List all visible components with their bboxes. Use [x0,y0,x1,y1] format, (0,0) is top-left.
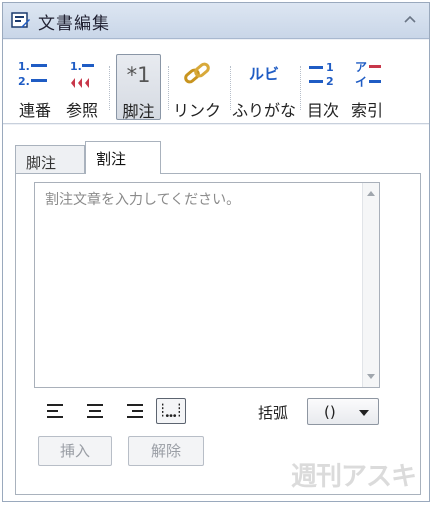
release-button[interactable]: 解除 [128,436,204,466]
warichu-text-input[interactable]: 割注文章を入力してください。 [34,182,380,388]
tool-label: 索引 [350,101,383,120]
svg-text:1.: 1. [70,60,82,73]
tool-label: 参照 [65,101,98,120]
tool-numbering-button[interactable]: 1. 2. 連番 [15,54,55,120]
index-icon: ア イ [355,60,381,89]
watermark-logo: 週刊アスキー [291,462,417,506]
panel-title-bar: 文書編集 [3,3,429,39]
panel-title: 文書編集 [38,14,110,34]
toc-icon: 1 2 [309,61,334,88]
scroll-down-icon[interactable] [367,374,375,379]
svg-text:2.: 2. [18,75,30,88]
align-justify-icon[interactable] [156,398,186,424]
document-edit-icon [11,12,30,28]
tool-footnote-button[interactable]: *1 脚注 [116,54,161,121]
tool-label: 目次 [306,101,339,120]
vertical-scrollbar[interactable] [362,183,379,387]
bracket-label: 括弧 [258,404,289,422]
tool-label: 脚注 [122,102,155,121]
svg-text:1: 1 [326,61,334,74]
input-placeholder: 割注文章を入力してください。 [45,192,241,208]
link-icon [184,62,210,84]
footnote-content-area: 脚注 割注 割注文章を入力してください。 括弧 () 挿入 解除 [3,125,429,501]
svg-text:ア: ア [355,60,367,74]
bracket-select-value: () [324,403,336,421]
chevron-up-icon[interactable] [401,11,419,29]
tool-index-button[interactable]: ア イ 索引 [347,54,387,120]
insert-button[interactable]: 挿入 [38,436,112,466]
tool-label: リンク [172,101,221,120]
svg-text:イ: イ [355,75,367,89]
svg-text:1.: 1. [18,60,30,73]
toolbar: 1. 2. 連番 1. 参照 *1 脚注 リンク ルビ ふりがな 1 2 目次 … [3,40,429,124]
numbered-list-icon: 1. 2. [18,60,47,88]
reference-icon: 1. [70,60,94,88]
align-left-icon[interactable] [40,398,70,424]
tab-warichu[interactable]: 割注 [85,141,161,174]
toolbar-separator [109,66,110,110]
tool-toc-button[interactable]: 1 2 目次 [305,54,341,120]
toolbar-separator [300,66,301,110]
bracket-select[interactable]: () [307,398,379,425]
document-edit-panel: 文書編集 1. 2. 連番 1. 参照 *1 脚注 リンク ルビ ふりがな 1 … [2,2,430,502]
tool-link-button[interactable]: リンク [169,54,225,120]
tool-label: 連番 [18,101,51,120]
align-center-icon[interactable] [80,398,110,424]
tool-reference-button[interactable]: 1. 参照 [62,54,102,120]
ruby-icon: ルビ [248,65,279,83]
chevron-down-icon [359,410,369,416]
tab-panel: 割注文章を入力してください。 括弧 () 挿入 解除 [15,173,421,495]
scroll-up-icon[interactable] [367,191,375,196]
svg-text:2: 2 [326,75,334,88]
footnote-icon: *1 [126,63,151,87]
tab-footnote[interactable]: 脚注 [15,145,85,175]
align-right-icon[interactable] [120,398,150,424]
tool-label: ふりがな [231,101,296,120]
tool-furigana-button[interactable]: ルビ ふりがな [231,54,297,120]
